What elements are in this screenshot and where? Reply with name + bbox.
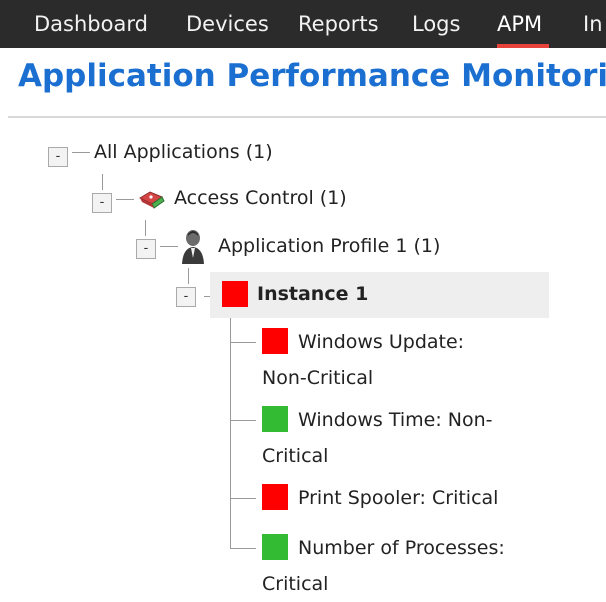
service-item-number-of-processes[interactable]: Number of Processes: Critical bbox=[262, 530, 532, 602]
status-red-icon bbox=[222, 281, 248, 307]
tree-connector bbox=[230, 342, 256, 343]
nav-apm[interactable]: APM bbox=[497, 12, 542, 36]
status-green-icon bbox=[262, 534, 288, 560]
nav-reports[interactable]: Reports bbox=[298, 12, 379, 36]
tree-node-all-applications[interactable]: All Applications (1) bbox=[94, 141, 273, 163]
nav-more[interactable]: In bbox=[583, 12, 603, 36]
tree-connector bbox=[230, 548, 256, 549]
tree-connector bbox=[116, 199, 134, 200]
status-green-icon bbox=[262, 406, 288, 432]
tree-connector bbox=[230, 420, 256, 421]
collapse-toggle-application-profile[interactable]: - bbox=[136, 239, 156, 259]
service-item-windows-update[interactable]: Windows Update: Non-Critical bbox=[262, 324, 502, 396]
access-control-icon bbox=[138, 191, 165, 209]
top-navbar: Dashboard Devices Reports Logs APM In bbox=[0, 0, 606, 48]
tree-connector-vertical bbox=[230, 318, 231, 548]
nav-devices[interactable]: Devices bbox=[186, 12, 269, 36]
tree-node-access-control[interactable]: Access Control (1) bbox=[174, 187, 347, 209]
collapse-toggle-instance[interactable]: - bbox=[176, 287, 196, 307]
tree-connector bbox=[230, 498, 256, 499]
nav-dashboard[interactable]: Dashboard bbox=[34, 12, 148, 36]
tree-connector bbox=[102, 174, 103, 190]
title-divider bbox=[8, 116, 606, 118]
status-red-icon bbox=[262, 484, 288, 510]
user-profile-icon bbox=[182, 230, 204, 264]
active-tab-indicator bbox=[497, 44, 549, 48]
collapse-toggle-all-applications[interactable]: - bbox=[48, 147, 68, 167]
service-item-print-spooler[interactable]: Print Spooler: Critical bbox=[262, 480, 562, 516]
nav-logs[interactable]: Logs bbox=[412, 12, 460, 36]
service-item-windows-time[interactable]: Windows Time: Non-Critical bbox=[262, 402, 522, 474]
status-red-icon bbox=[262, 328, 288, 354]
tree-connector bbox=[160, 246, 178, 247]
tree-connector bbox=[72, 152, 90, 153]
tree-connector bbox=[188, 268, 189, 284]
collapse-toggle-access-control[interactable]: - bbox=[92, 193, 112, 213]
tree-node-instance[interactable]: Instance 1 bbox=[257, 283, 368, 305]
tree-connector bbox=[145, 220, 146, 236]
tree-node-application-profile[interactable]: Application Profile 1 (1) bbox=[218, 235, 440, 257]
page-title: Application Performance Monitori bbox=[18, 58, 606, 94]
